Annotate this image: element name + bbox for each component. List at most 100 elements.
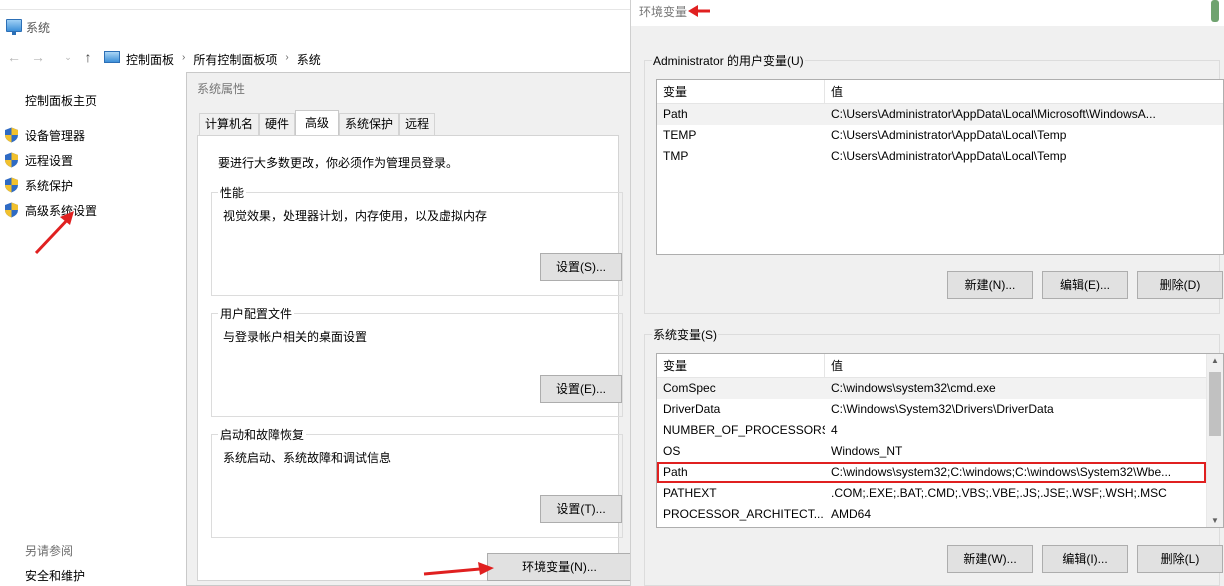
sidebar-item-system-protection[interactable]: 系统保护: [4, 176, 73, 194]
tab-hardware[interactable]: 硬件: [259, 113, 296, 135]
sidebar-item-label: 设备管理器: [25, 128, 86, 143]
variable-value: C:\Users\Administrator\AppData\Local\Tem…: [831, 128, 1067, 142]
tab-advanced[interactable]: 高级: [295, 110, 340, 135]
group-label: 性能: [218, 184, 247, 201]
sidebar-item-remote-settings[interactable]: 远程设置: [4, 151, 73, 169]
tab-strip: 计算机名 硬件 高级 系统保护 远程: [199, 110, 436, 135]
sidebar-item-advanced-settings[interactable]: 高级系统设置: [4, 201, 97, 219]
scrollbar-thumb[interactable]: [1209, 372, 1221, 436]
table-row-path-highlighted[interactable]: Path C:\windows\system32;C:\windows;C:\w…: [657, 462, 1206, 483]
back-arrow-icon[interactable]: ←: [6, 49, 22, 65]
control-panel-home-link[interactable]: 控制面板主页: [25, 92, 97, 109]
user-new-button[interactable]: 新建(N)...: [947, 271, 1033, 299]
breadcrumb-item[interactable]: 控制面板: [126, 51, 174, 68]
variable-value: .COM;.EXE;.BAT;.CMD;.VBS;.VBE;.JS;.JSE;.…: [831, 486, 1167, 500]
user-profiles-group: 用户配置文件 与登录帐户相关的桌面设置 设置(E)...: [211, 305, 623, 417]
group-label: Administrator 的用户变量(U): [652, 52, 805, 69]
table-row[interactable]: NUMBER_OF_PROCESSORS 4: [657, 420, 1206, 441]
window-top-edge: [0, 0, 630, 10]
environment-variables-button[interactable]: 环境变量(N)...: [487, 553, 632, 581]
user-delete-button[interactable]: 删除(D): [1137, 271, 1223, 299]
scroll-indicator: [1211, 0, 1219, 22]
variable-name: Path: [663, 465, 688, 479]
variable-value: C:\Windows\System32\Drivers\DriverData: [831, 402, 1054, 416]
environment-variables-dialog: 环境变量 Administrator 的用户变量(U) 变量 值 Path C:…: [630, 0, 1224, 586]
variable-name: PROCESSOR_ARCHITECT...: [663, 507, 824, 521]
scroll-up-icon[interactable]: ▲: [1207, 356, 1223, 365]
user-variables-list[interactable]: 变量 值 Path C:\Users\Administrator\AppData…: [656, 79, 1224, 255]
user-edit-button[interactable]: 编辑(E)...: [1042, 271, 1128, 299]
variable-name: Path: [663, 107, 688, 121]
column-header-value[interactable]: 值: [825, 80, 843, 103]
system-window-title: 系统: [26, 21, 51, 35]
breadcrumb: 控制面板 › 所有控制面板项 › 系统: [126, 51, 321, 68]
variable-value: C:\windows\system32;C:\windows;C:\window…: [831, 465, 1172, 479]
variable-value: C:\Users\Administrator\AppData\Local\Tem…: [831, 149, 1067, 163]
dialog-title: 系统属性: [197, 82, 246, 96]
address-bar: ← → ⌄ ↑ 控制面板 › 所有控制面板项 › 系统: [0, 46, 630, 70]
variable-name: TMP: [663, 149, 689, 163]
table-row[interactable]: PATHEXT .COM;.EXE;.BAT;.CMD;.VBS;.VBE;.J…: [657, 483, 1206, 504]
up-arrow-icon[interactable]: ↑: [80, 49, 96, 65]
system-new-button[interactable]: 新建(W)...: [947, 545, 1033, 573]
list-header: 变量 值: [657, 354, 1223, 378]
user-profiles-settings-button[interactable]: 设置(E)...: [540, 375, 622, 403]
admin-note: 要进行大多数更改，你必须作为管理员登录。: [218, 156, 459, 170]
forward-arrow-icon[interactable]: →: [30, 49, 46, 65]
variable-name: TEMP: [663, 128, 697, 142]
table-row[interactable]: TMP C:\Users\Administrator\AppData\Local…: [657, 146, 1223, 167]
tab-system-protection[interactable]: 系统保护: [339, 113, 400, 135]
variable-name: OS: [663, 444, 681, 458]
table-row[interactable]: TEMP C:\Users\Administrator\AppData\Loca…: [657, 125, 1223, 146]
group-description: 与登录帐户相关的桌面设置: [223, 330, 368, 344]
breadcrumb-item[interactable]: 所有控制面板项: [193, 51, 277, 68]
tab-computer-name[interactable]: 计算机名: [199, 113, 260, 135]
table-row[interactable]: DriverData C:\Windows\System32\Drivers\D…: [657, 399, 1206, 420]
system-variables-list[interactable]: 变量 值 ComSpec C:\windows\system32\cmd.exe…: [656, 353, 1224, 528]
variable-value: 4: [831, 423, 838, 437]
control-panel-icon: [104, 51, 120, 63]
security-maintenance-link[interactable]: 安全和维护: [25, 567, 85, 584]
variable-value: C:\windows\system32\cmd.exe: [831, 381, 996, 395]
chevron-down-icon[interactable]: ⌄: [60, 49, 76, 65]
sidebar-item-label: 高级系统设置: [25, 203, 98, 218]
variable-value: AMD64: [831, 507, 872, 521]
system-titlebar: 系统: [0, 14, 630, 38]
scroll-down-icon[interactable]: ▼: [1207, 516, 1223, 525]
table-row[interactable]: Path C:\Users\Administrator\AppData\Loca…: [657, 104, 1223, 125]
system-delete-button[interactable]: 删除(L): [1137, 545, 1223, 573]
group-description: 视觉效果，处理器计划，内存使用，以及虚拟内存: [223, 209, 488, 223]
performance-group: 性能 视觉效果，处理器计划，内存使用，以及虚拟内存 设置(S)...: [211, 184, 623, 296]
performance-settings-button[interactable]: 设置(S)...: [540, 253, 622, 281]
group-description: 系统启动、系统故障和调试信息: [223, 451, 392, 465]
see-also-heading: 另请参阅: [25, 544, 74, 558]
variable-name: DriverData: [663, 402, 721, 416]
variable-name: NUMBER_OF_PROCESSORS: [663, 423, 825, 437]
chevron-right-icon[interactable]: ›: [182, 51, 185, 68]
env-dialog-titlebar: 环境变量: [631, 0, 1224, 26]
table-row[interactable]: ComSpec C:\windows\system32\cmd.exe: [657, 378, 1206, 399]
variable-value: C:\Users\Administrator\AppData\Local\Mic…: [831, 107, 1156, 121]
shield-icon: [4, 152, 19, 168]
chevron-right-icon[interactable]: ›: [285, 51, 288, 68]
variable-value: Windows_NT: [831, 444, 903, 458]
tab-remote[interactable]: 远程: [399, 113, 436, 135]
vertical-scrollbar[interactable]: ▲ ▼: [1206, 354, 1223, 527]
column-header-variable[interactable]: 变量: [657, 354, 825, 377]
variable-name: PATHEXT: [663, 486, 717, 500]
computer-icon: [6, 19, 22, 35]
startup-recovery-settings-button[interactable]: 设置(T)...: [540, 495, 622, 523]
sidebar-item-device-manager[interactable]: 设备管理器: [4, 126, 85, 144]
group-label: 系统变量(S): [652, 326, 718, 343]
shield-icon: [4, 202, 19, 218]
column-header-value[interactable]: 值: [825, 354, 843, 377]
breadcrumb-item[interactable]: 系统: [297, 51, 321, 68]
group-label: 启动和故障恢复: [218, 426, 307, 443]
group-label: 用户配置文件: [218, 305, 295, 322]
table-row[interactable]: PROCESSOR_ARCHITECT... AMD64: [657, 504, 1206, 525]
table-row[interactable]: OS Windows_NT: [657, 441, 1206, 462]
sidebar-item-label: 系统保护: [25, 178, 74, 193]
system-edit-button[interactable]: 编辑(I)...: [1042, 545, 1128, 573]
system-properties-dialog: 系统属性 计算机名 硬件 高级 系统保护 远程 要进行大多数更改，你必须作为管理…: [186, 72, 632, 586]
column-header-variable[interactable]: 变量: [657, 80, 825, 103]
